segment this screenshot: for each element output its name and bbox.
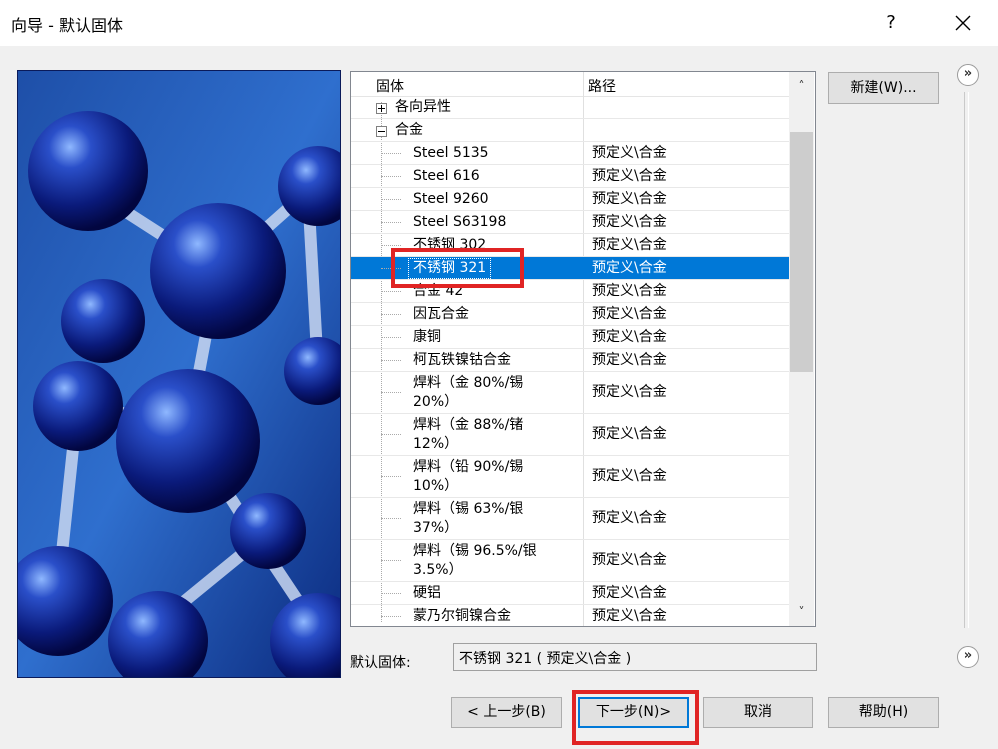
solid-name: 焊料（金 80%/锡 20%） bbox=[413, 375, 524, 410]
tree-connector bbox=[381, 518, 401, 519]
expand-more-icon[interactable]: » bbox=[957, 64, 979, 86]
back-button[interactable]: < 上一步(B) bbox=[451, 697, 562, 728]
column-header-path[interactable]: 路径 bbox=[588, 76, 616, 96]
vertical-scrollbar[interactable]: ˄ ˅ bbox=[789, 72, 814, 626]
solid-path: 预定义\合金 bbox=[592, 426, 667, 442]
tree-group-alloy[interactable]: 合金 bbox=[351, 119, 789, 142]
tree-connector bbox=[381, 291, 401, 292]
tree-connector bbox=[381, 392, 401, 393]
tree-connector bbox=[381, 616, 401, 617]
group-label: 合金 bbox=[395, 122, 423, 138]
solid-tree-list[interactable]: 固体 路径 各向异性 合金 Steel 5135 预定义\合金 Steel 61… bbox=[350, 71, 816, 627]
solid-name: 因瓦合金 bbox=[413, 306, 469, 322]
tree-connector bbox=[381, 314, 401, 315]
list-item[interactable]: 柯瓦铁镍钴合金 预定义\合金 bbox=[351, 349, 789, 372]
solid-path: 预定义\合金 bbox=[592, 283, 667, 299]
solid-name: 焊料（铅 90%/锡 10%） bbox=[413, 459, 524, 494]
solid-path: 预定义\合金 bbox=[592, 468, 667, 484]
group-label: 各向异性 bbox=[395, 99, 451, 115]
cancel-button[interactable]: 取消 bbox=[703, 697, 813, 728]
list-item[interactable]: 焊料（锡 96.5%/银 3.5%） 预定义\合金 bbox=[351, 540, 789, 582]
solid-name: 康铜 bbox=[413, 329, 441, 345]
new-button[interactable]: 新建(W)... bbox=[828, 72, 939, 104]
solid-path: 预定义\合金 bbox=[592, 168, 667, 184]
solid-path: 预定义\合金 bbox=[592, 191, 667, 207]
scrollbar-thumb[interactable] bbox=[790, 132, 813, 372]
scroll-down-icon[interactable]: ˅ bbox=[789, 600, 814, 624]
highlight-next-button bbox=[572, 690, 699, 745]
list-item[interactable]: 焊料（铅 90%/锡 10%） 预定义\合金 bbox=[351, 456, 789, 498]
solid-path: 预定义\合金 bbox=[592, 510, 667, 526]
window-title: 向导 - 默认固体 bbox=[11, 16, 123, 35]
vertical-separator bbox=[964, 92, 969, 628]
tree-header: 固体 路径 bbox=[351, 72, 789, 97]
highlight-selected-item bbox=[391, 248, 524, 288]
solid-path: 预定义\合金 bbox=[592, 260, 667, 276]
list-item[interactable]: 焊料（金 80%/锡 20%） 预定义\合金 bbox=[351, 372, 789, 414]
tree-connector bbox=[381, 434, 401, 435]
default-solid-field: 不锈钢 321 ( 预定义\合金 ) bbox=[453, 643, 817, 671]
solid-path: 预定义\合金 bbox=[592, 585, 667, 601]
scroll-up-icon[interactable]: ˄ bbox=[789, 74, 814, 98]
wizard-illustration bbox=[17, 70, 341, 678]
solid-name: Steel 5135 bbox=[413, 145, 489, 161]
tree-connector bbox=[381, 176, 401, 177]
solid-path: 预定义\合金 bbox=[592, 306, 667, 322]
tree-connector bbox=[381, 153, 401, 154]
tree-connector bbox=[381, 476, 401, 477]
tree-connector bbox=[381, 337, 401, 338]
list-item[interactable]: Steel 9260 预定义\合金 bbox=[351, 188, 789, 211]
close-icon[interactable] bbox=[945, 6, 981, 40]
tree-connector bbox=[381, 245, 401, 246]
help-icon[interactable]: ? bbox=[876, 8, 906, 38]
list-item[interactable]: 康铜 预定义\合金 bbox=[351, 326, 789, 349]
tree-connector bbox=[381, 222, 401, 223]
list-item[interactable]: 硬铝 预定义\合金 bbox=[351, 582, 789, 605]
solid-name: 焊料（锡 63%/银 37%） bbox=[413, 501, 524, 536]
solid-name: 焊料（锡 96.5%/银 3.5%） bbox=[413, 543, 537, 578]
list-item[interactable]: 焊料（锡 63%/银 37%） 预定义\合金 bbox=[351, 498, 789, 540]
solid-name: Steel 616 bbox=[413, 168, 480, 184]
list-item[interactable]: Steel 616 预定义\合金 bbox=[351, 165, 789, 188]
expand-more-icon[interactable]: » bbox=[957, 646, 979, 668]
column-header-solid[interactable]: 固体 bbox=[376, 76, 404, 96]
list-item[interactable]: Steel 5135 预定义\合金 bbox=[351, 142, 789, 165]
solid-path: 预定义\合金 bbox=[592, 145, 667, 161]
solid-name: 柯瓦铁镍钴合金 bbox=[413, 352, 511, 368]
title-bar: 向导 - 默认固体 ? bbox=[0, 0, 998, 46]
help-button[interactable]: 帮助(H) bbox=[828, 697, 939, 728]
solid-path: 预定义\合金 bbox=[592, 352, 667, 368]
solid-path: 预定义\合金 bbox=[592, 329, 667, 345]
tree-group-anisotropic[interactable]: 各向异性 bbox=[351, 96, 789, 119]
collapse-minus-icon[interactable] bbox=[376, 126, 387, 137]
solid-name: Steel S63198 bbox=[413, 214, 507, 230]
solid-path: 预定义\合金 bbox=[592, 552, 667, 568]
tree-connector bbox=[381, 199, 401, 200]
default-solid-label: 默认固体: bbox=[350, 655, 411, 671]
expand-plus-icon[interactable] bbox=[376, 103, 387, 114]
tree-connector bbox=[381, 593, 401, 594]
solid-name: 硬铝 bbox=[413, 585, 441, 601]
list-item[interactable]: 因瓦合金 预定义\合金 bbox=[351, 303, 789, 326]
solid-path: 预定义\合金 bbox=[592, 608, 667, 624]
solid-path: 预定义\合金 bbox=[592, 214, 667, 230]
solid-name: 蒙乃尔铜镍合金 bbox=[413, 608, 511, 624]
solid-name: 焊料（金 88%/锗 12%） bbox=[413, 417, 524, 452]
list-item[interactable]: 焊料（金 88%/锗 12%） 预定义\合金 bbox=[351, 414, 789, 456]
tree-connector bbox=[381, 360, 401, 361]
list-item[interactable]: 蒙乃尔铜镍合金 预定义\合金 bbox=[351, 605, 789, 626]
list-item[interactable]: Steel S63198 预定义\合金 bbox=[351, 211, 789, 234]
solid-path: 预定义\合金 bbox=[592, 384, 667, 400]
tree-connector bbox=[381, 560, 401, 561]
solid-path: 预定义\合金 bbox=[592, 237, 667, 253]
solid-name: Steel 9260 bbox=[413, 191, 489, 207]
